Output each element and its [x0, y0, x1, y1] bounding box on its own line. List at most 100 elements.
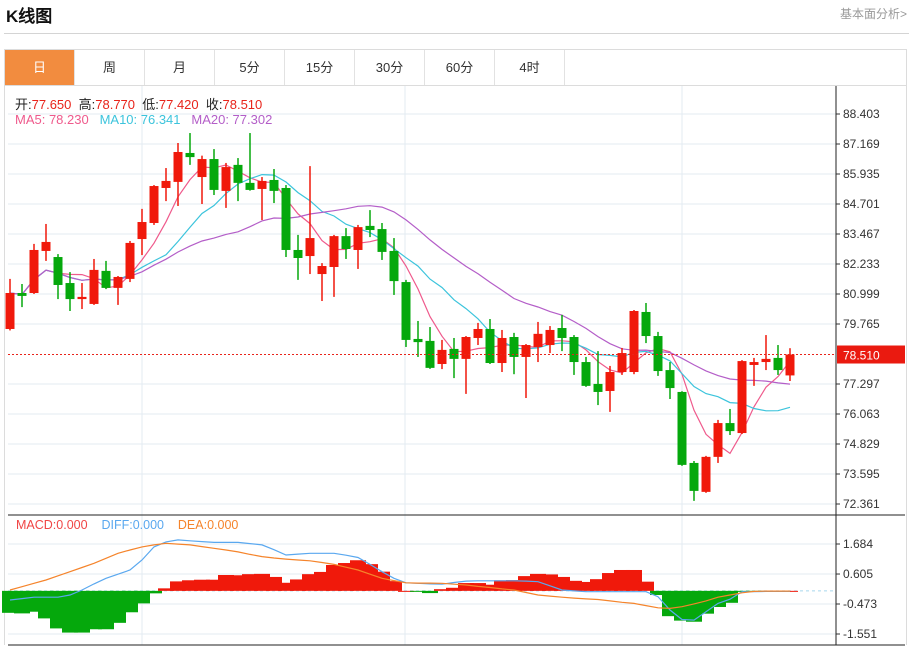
macd-y-tick-label: 1.684 [843, 537, 873, 551]
candle-up [761, 358, 771, 363]
y-tick-label: 83.467 [843, 227, 880, 241]
macd-value: MACD:0.000 [16, 518, 88, 532]
candle-up [197, 159, 207, 178]
ma5-line [9, 164, 791, 455]
candle-down [269, 179, 279, 191]
candle-up [77, 296, 87, 300]
high-value: 78.770 [95, 97, 136, 112]
candle-up [605, 372, 615, 391]
ma-legend: MA5: 78.230 MA10: 76.341 MA20: 77.302 [15, 112, 272, 127]
candle-down [641, 311, 651, 337]
candle-up [221, 167, 231, 191]
candle-down [53, 257, 63, 285]
ma20-value: MA20: 77.302 [191, 112, 273, 127]
candle-up [497, 337, 507, 364]
candle-up [473, 328, 483, 338]
candle-up [125, 242, 135, 279]
y-tick-label: 73.595 [843, 467, 880, 481]
candle-up [713, 423, 723, 457]
y-tick-label: 74.829 [843, 437, 880, 451]
candle-up [461, 337, 471, 359]
candle-down [245, 182, 255, 190]
ma5-value: MA5: 78.230 [15, 112, 89, 127]
candle-up [785, 354, 795, 376]
ohlc-legend: 开:77.650 高:78.770 低:77.420 收:78.510 [15, 94, 262, 113]
last-price-label: 78.510 [843, 349, 880, 363]
candle-up [437, 349, 447, 364]
y-tick-label: 82.233 [843, 257, 880, 271]
open-value: 77.650 [31, 97, 72, 112]
candle-up [113, 276, 123, 288]
candle-up [173, 151, 183, 182]
candle-up [149, 186, 159, 223]
candle-up [5, 293, 15, 329]
candle-down [509, 337, 519, 357]
macd-bar [386, 581, 402, 591]
dea-value: DEA:0.000 [177, 518, 239, 532]
candle-down [557, 328, 567, 338]
candle-up [737, 361, 747, 434]
candle-down [377, 229, 387, 252]
candle-down [725, 423, 735, 432]
y-tick-label: 84.701 [843, 197, 880, 211]
open-label: 开: [15, 97, 32, 112]
candle-up [41, 241, 51, 251]
candle-up [749, 362, 759, 365]
low-label: 低: [142, 97, 159, 112]
candle-down [569, 337, 579, 363]
candle-up [521, 345, 531, 357]
diff-value: DIFF:0.000 [101, 518, 164, 532]
candle-up [257, 180, 267, 189]
macd-y-tick-label: -0.473 [843, 597, 877, 611]
y-tick-label: 79.765 [843, 317, 880, 331]
candle-up [617, 353, 627, 373]
low-value: 77.420 [158, 97, 199, 112]
y-tick-label: 76.063 [843, 407, 880, 421]
macd-y-tick-label: -1.551 [843, 627, 877, 641]
y-tick-label: 72.361 [843, 497, 880, 511]
candle-down [449, 348, 459, 359]
candle-up [329, 236, 339, 267]
candle-up [353, 227, 363, 250]
candle-down [665, 370, 675, 389]
y-tick-label: 87.169 [843, 137, 880, 151]
candle-down [593, 383, 603, 392]
macd-legend: MACD:0.000 DIFF:0.000 DEA:0.000 [16, 518, 238, 532]
macd-bar [422, 590, 438, 594]
candle-down [689, 462, 699, 491]
candle-down [17, 293, 27, 296]
high-label: 高: [78, 97, 96, 112]
candle-up [701, 456, 711, 492]
candle-up [545, 329, 555, 346]
candle-down [581, 362, 591, 386]
candle-down [773, 357, 783, 371]
y-tick-label: 88.403 [843, 107, 880, 121]
candle-down [293, 249, 303, 258]
macd-bar [146, 590, 162, 594]
macd-bar [638, 581, 654, 591]
candle-down [233, 164, 243, 183]
candle-up [533, 333, 543, 347]
candle-down [185, 152, 195, 158]
candle-down [341, 236, 351, 249]
candle-up [29, 249, 39, 294]
close-label: 收: [205, 97, 223, 112]
candle-down [101, 270, 111, 288]
close-value: 78.510 [222, 97, 263, 112]
candle-up [305, 238, 315, 257]
candle-up [137, 222, 147, 240]
candle-down [653, 336, 663, 372]
y-tick-label: 80.999 [843, 287, 880, 301]
candle-up [161, 180, 171, 188]
candle-down [365, 225, 375, 231]
y-tick-label: 77.297 [843, 377, 880, 391]
ma10-value: MA10: 76.341 [99, 112, 181, 127]
y-tick-label: 85.935 [843, 167, 880, 181]
candle-down [485, 328, 495, 364]
candle-up [629, 310, 639, 373]
macd-y-tick-label: 0.605 [843, 567, 873, 581]
candle-up [317, 266, 327, 275]
candle-down [413, 338, 423, 343]
candle-down [401, 282, 411, 340]
candle-down [677, 391, 687, 465]
